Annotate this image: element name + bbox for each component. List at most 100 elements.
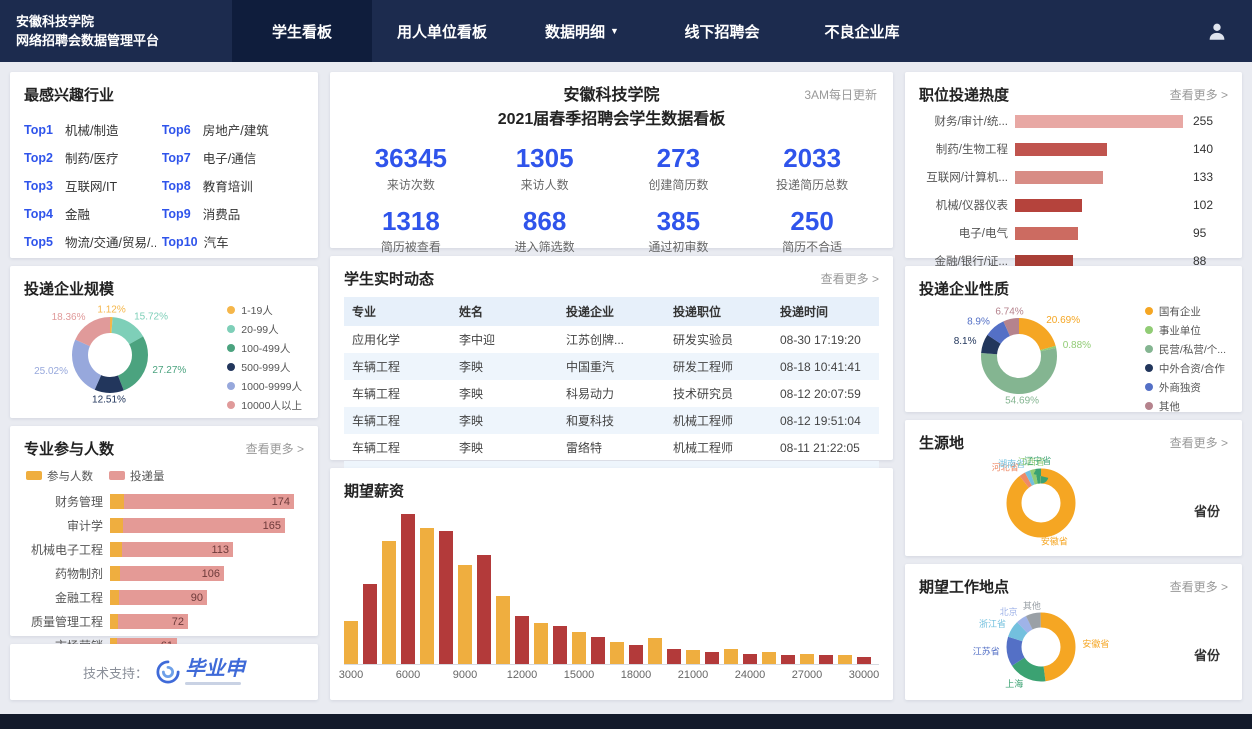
donut-label: 安徽省 [1041,536,1068,547]
unit-label: 省份 [1194,501,1220,520]
table-cell: 李中迎 [451,326,558,353]
stat-cell: 36345来访次数 [344,144,478,193]
card-interest-industries: 最感兴趣行业 Top1机械/制造Top2制药/医疗Top3互联网/ITTop4金… [10,72,318,258]
table-cell: 08-12 20:07:59 [772,380,879,407]
stat-value: 868 [478,207,612,236]
nav-item-1[interactable]: 用人单位看板 [372,0,512,62]
deliveries-bar-segment: 106 [120,566,224,581]
salary-bar [705,652,719,664]
table-cell: 和夏科技 [558,407,665,434]
card-title: 期望工作地点 [919,576,1009,597]
legend-color-dot [227,363,235,371]
bar-track: 90 [110,590,304,605]
salary-bars [344,515,879,665]
donut-label: 12.51% [92,395,126,406]
view-more-link[interactable]: 查看更多 > [1170,578,1228,595]
stat-cell: 273 创建简历数 [612,144,746,193]
stat-label: 创建简历数 [612,176,746,193]
view-more-link[interactable]: 查看更多 > [246,440,304,457]
dashboard-title-line2: 2021届春季招聘会学生数据看板 [344,108,879,132]
legend-item: 20-99人 [227,322,302,337]
card-major-participation: 专业参与人数 查看更多 > 参与人数投递量 财务管理174审计学165机械电子工… [10,426,318,636]
bar-row: 药物制剂106 [24,565,304,582]
table-cell: 08-11 21:22:05 [772,434,879,461]
donut-label: 8.9% [967,316,990,327]
student-activity-table: 专业姓名投递企业投递职位投递时间 应用化学李中迎江苏创牌...研发实验员08-3… [344,297,879,488]
nav-item-4[interactable]: 不良企业库 [792,0,932,62]
salary-bar [762,652,776,664]
industry-rank-item: Top2制药/医疗 [24,147,156,168]
user-account-button[interactable] [1206,20,1228,42]
industry-rank-item: Top7电子/通信 [162,147,304,168]
rank-label: Top5 [24,235,59,249]
stat-value: 385 [612,207,746,236]
salary-bar [781,655,795,664]
bar-segment [1015,199,1082,212]
brand-tagline [185,682,241,685]
participants-bar-segment [110,566,120,581]
industry-rank-item: Top9消费品 [162,203,304,224]
card-position-heat: 职位投递热度 查看更多 > 财务/审计/统...255制药/生物工程140互联网… [905,72,1242,258]
legend-label: 1-19人 [241,303,273,318]
view-more-link[interactable]: 查看更多 > [821,270,879,287]
legend-label: 10000人以上 [241,398,302,413]
bar-value: 140 [1187,142,1213,156]
nav-item-2[interactable]: 数据明细▼ [512,0,652,62]
table-cell: 车辆工程 [344,380,451,407]
participants-bar-segment [110,614,118,629]
bar-segment [1015,171,1103,184]
industry-label: 教育培训 [203,176,253,195]
industry-rank-item: Top6房地产/建筑 [162,119,304,140]
card-header: 投递企业性质 [919,278,1228,299]
x-tick-label: 27000 [785,669,829,681]
legend-item: 事业单位 [1145,323,1226,338]
nav-item-3[interactable]: 线下招聘会 [652,0,792,62]
table-cell: 机械工程师 [665,407,772,434]
stat-label: 投递简历总数 [745,176,879,193]
card-title: 期望薪资 [344,480,404,501]
card-company-nature: 投递企业性质 20.69%0.88%54.69%8.1%8.9%6.74% 国有… [905,266,1242,412]
legend-color-dot [1145,345,1153,353]
table-cell: 技术研究员 [665,380,772,407]
bar-track [1015,227,1187,240]
stat-value: 273 [612,144,746,173]
donut-label: 辽宁省 [1024,455,1051,466]
participants-bar-segment [110,518,123,533]
legend-label: 1000-9999人 [241,379,302,394]
bar-track: 165 [110,518,304,533]
salary-bar [800,654,814,664]
salary-bar [401,514,415,664]
nav-item-0[interactable]: 学生看板 [232,0,372,62]
stats-grid: 36345来访次数1305来访人数273创建简历数2033投递简历总数1318简… [344,144,879,255]
major-participation-legend: 参与人数投递量 [26,467,304,485]
table-row: 车辆工程李映和夏科技机械工程师08-12 19:51:04 [344,407,879,434]
card-title: 最感兴趣行业 [24,84,114,105]
bar-value: 102 [1187,198,1213,212]
rank-label: Top7 [162,151,197,165]
bar-value: 95 [1187,226,1206,240]
x-tick-label: 9000 [443,669,487,681]
legend-label: 其他 [1159,399,1180,414]
view-more-link[interactable]: 查看更多 > [1170,86,1228,103]
salary-histogram: 3000600090001200015000180002100024000270… [344,515,879,687]
bar-row: 互联网/计算机...133 [919,169,1228,185]
bar-row: 机械/仪器仪表102 [919,197,1228,213]
table-cell: 李映 [451,434,558,461]
bar-track: 174 [110,494,304,509]
card-company-scale: 投递企业规模 1.12%15.72%27.27%12.51%25.02%18.3… [10,266,318,418]
x-tick-label: 6000 [386,669,430,681]
bar-category-label: 互联网/计算机... [919,169,1015,185]
bar-row: 电子/电气95 [919,225,1228,241]
bar-row: 审计学165 [24,517,304,534]
legend-item: 民营/私营/个... [1145,342,1226,357]
card-expected-salary: 期望薪资 30006000900012000150001800021000240… [330,468,893,700]
salary-bar [344,621,358,664]
brand-logo: 毕业申 [156,659,245,685]
card-student-activity: 学生实时动态 查看更多 > 专业姓名投递企业投递职位投递时间 应用化学李中迎江苏… [330,256,893,460]
table-cell: 李映 [451,407,558,434]
view-more-link[interactable]: 查看更多 > [1170,434,1228,451]
rank-label: Top6 [162,123,197,137]
table-cell: 车辆工程 [344,407,451,434]
card-header: 投递企业规模 [24,278,304,299]
stat-cell: 1318简历被查看 [344,207,478,256]
